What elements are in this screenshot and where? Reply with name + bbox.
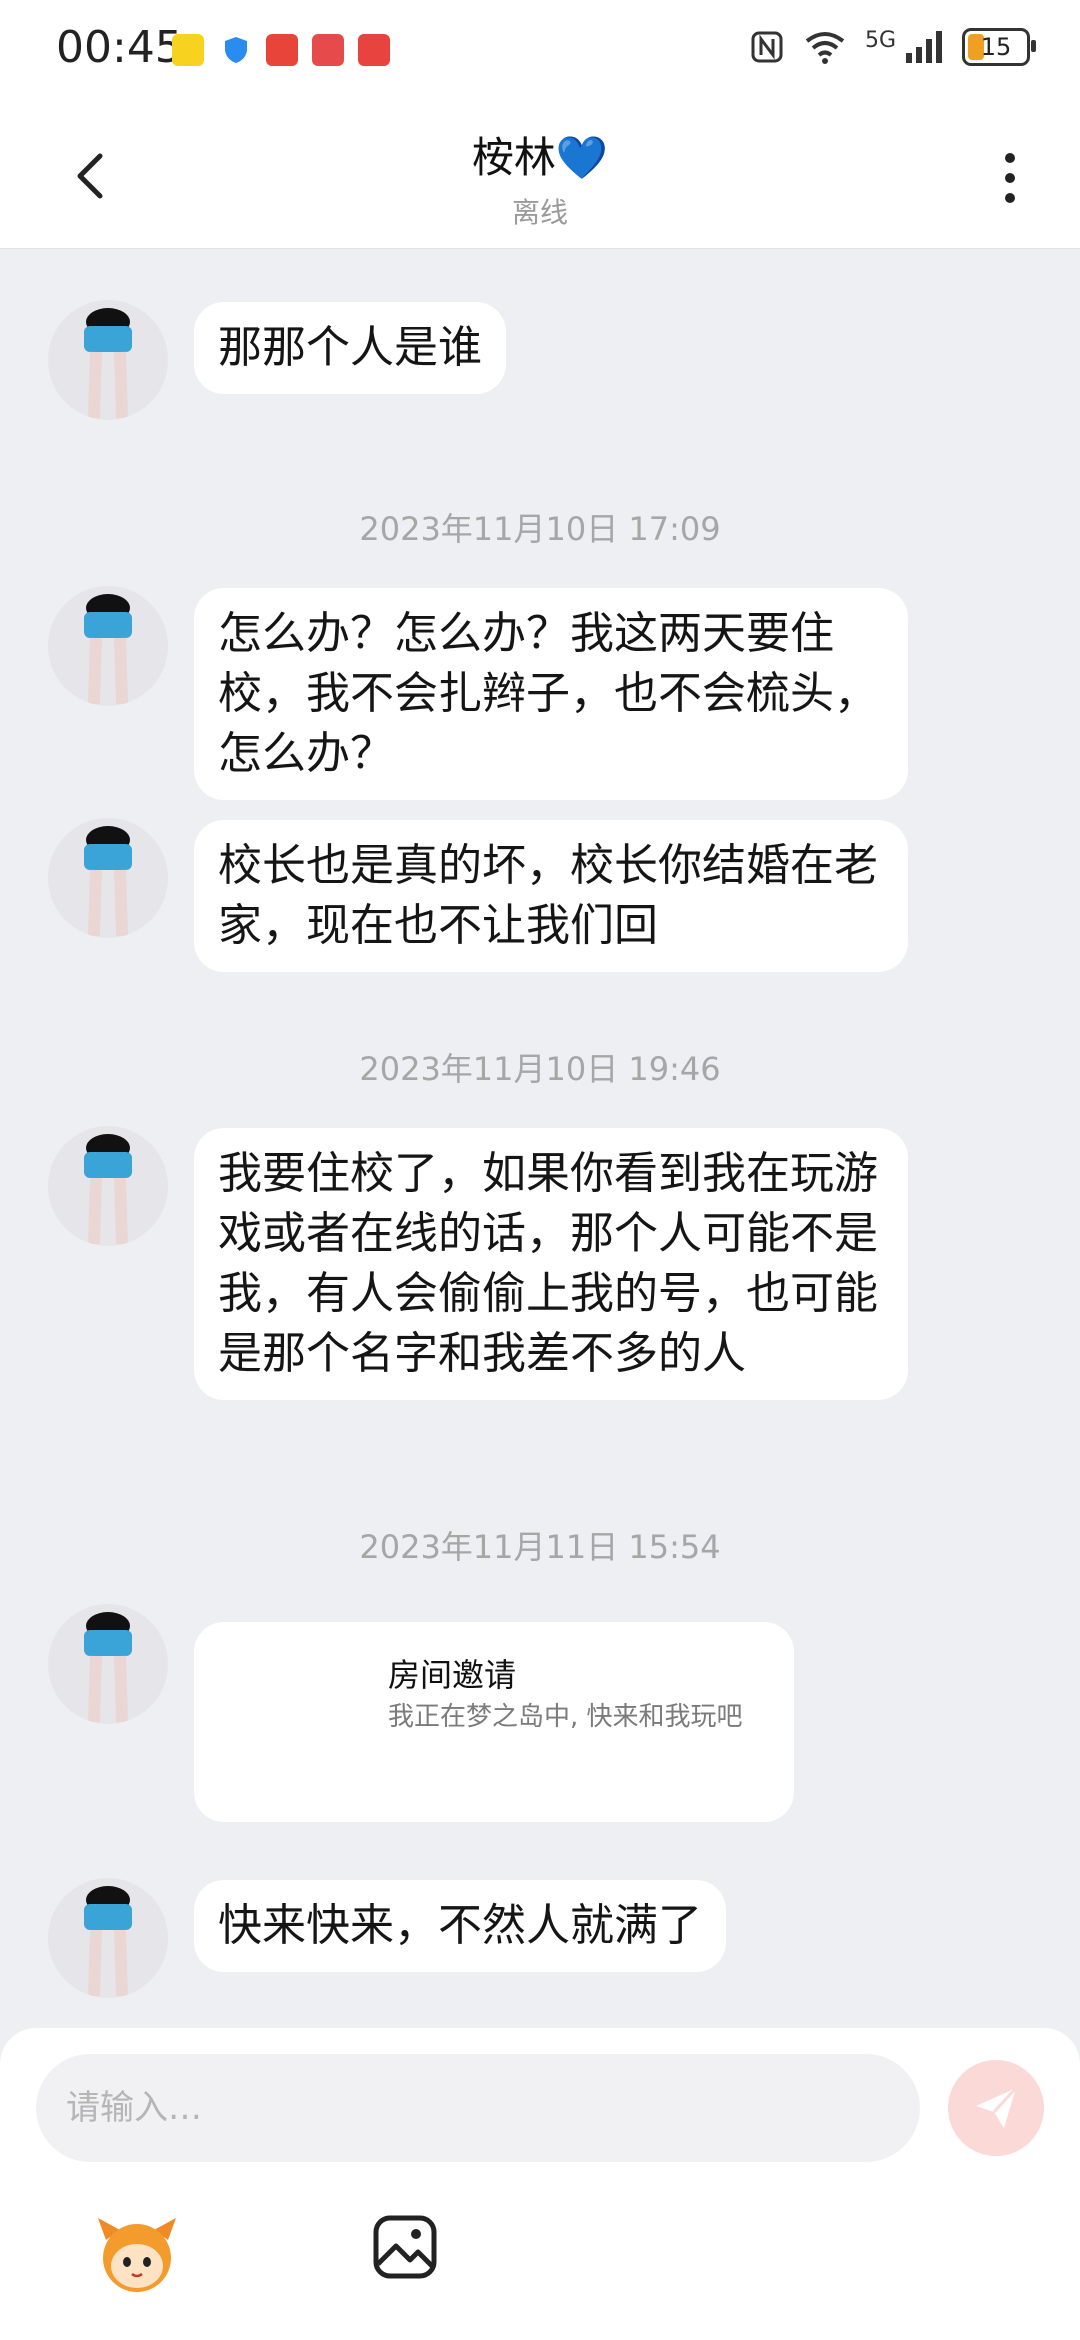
message-text: 怎么办？怎么办？我这两天要住校，我不会扎辫子，也不会梳头，怎么办？ [218,608,878,779]
contact-status: 离线 [511,196,568,229]
message-bubble[interactable]: 怎么办？怎么办？我这两天要住校，我不会扎辫子，也不会梳头，怎么办？ [194,588,908,800]
contact-info: 桉林💙 离线 [0,124,1080,231]
contact-name: 桉林💙 [471,133,609,182]
more-vertical-icon[interactable] [990,148,1030,212]
avatar[interactable] [48,586,168,706]
room-invite-card[interactable]: 房间邀请 我正在梦之岛中, 快来和我玩吧 [194,1622,794,1822]
message-input[interactable] [36,2054,920,2162]
battery-indicator: 15 [962,28,1036,66]
status-time: 00:45 [56,22,183,73]
mascot-emoji-icon[interactable] [92,2210,182,2300]
avatar[interactable] [48,1126,168,1246]
taobao-notification-icon [358,34,390,66]
avatar[interactable] [48,1604,168,1724]
send-icon[interactable] [948,2060,1044,2156]
message-text: 我要住校了，如果你看到我在玩游戏或者在线的话，那个人可能不是我，有人会偷偷上我的… [218,1148,878,1379]
message-bubble[interactable]: 快来快来，不然人就满了 [194,1880,726,1972]
chat-header: 桉林💙 离线 [0,104,1080,249]
message-text: 校长也是真的坏，校长你结婚在老家，现在也不让我们回 [218,840,878,951]
invite-description: 我正在梦之岛中, 快来和我玩吧 [388,1702,743,1732]
nfc-icon [751,31,783,63]
timestamp: 2023年11月10日 17:09 [359,510,721,548]
message-bubble[interactable]: 那那个人是谁 [194,302,506,394]
avatar[interactable] [48,1878,168,1998]
shield-notification-icon [220,34,252,66]
timestamp: 2023年11月10日 19:46 [359,1050,721,1088]
wifi-icon [805,32,845,64]
message-text: 那那个人是谁 [218,322,482,373]
avatar[interactable] [48,300,168,420]
message-bubble[interactable]: 我要住校了，如果你看到我在玩游戏或者在线的话，那个人可能不是我，有人会偷偷上我的… [194,1128,908,1400]
signal-icon [906,31,942,63]
huawei-notification-icon [312,34,344,66]
message-composer [0,2028,1080,2340]
message-text: 快来快来，不然人就满了 [218,1900,702,1951]
status-bar: 00:45 5G 15 [0,0,1080,104]
image-icon[interactable] [370,2212,440,2282]
battery-level: 15 [980,33,1012,61]
app-notification-icon [266,34,298,66]
timestamp: 2023年11月11日 15:54 [359,1528,721,1566]
network-type: 5G [864,28,896,53]
meituan-notification-icon [172,34,204,66]
invite-title: 房间邀请 [388,1656,517,1694]
message-bubble[interactable]: 校长也是真的坏，校长你结婚在老家，现在也不让我们回 [194,820,908,972]
chat-area[interactable]: 那那个人是谁 2023年11月10日 17:09 怎么办？怎么办？我这两天要住校… [0,248,1080,2028]
avatar[interactable] [48,818,168,938]
